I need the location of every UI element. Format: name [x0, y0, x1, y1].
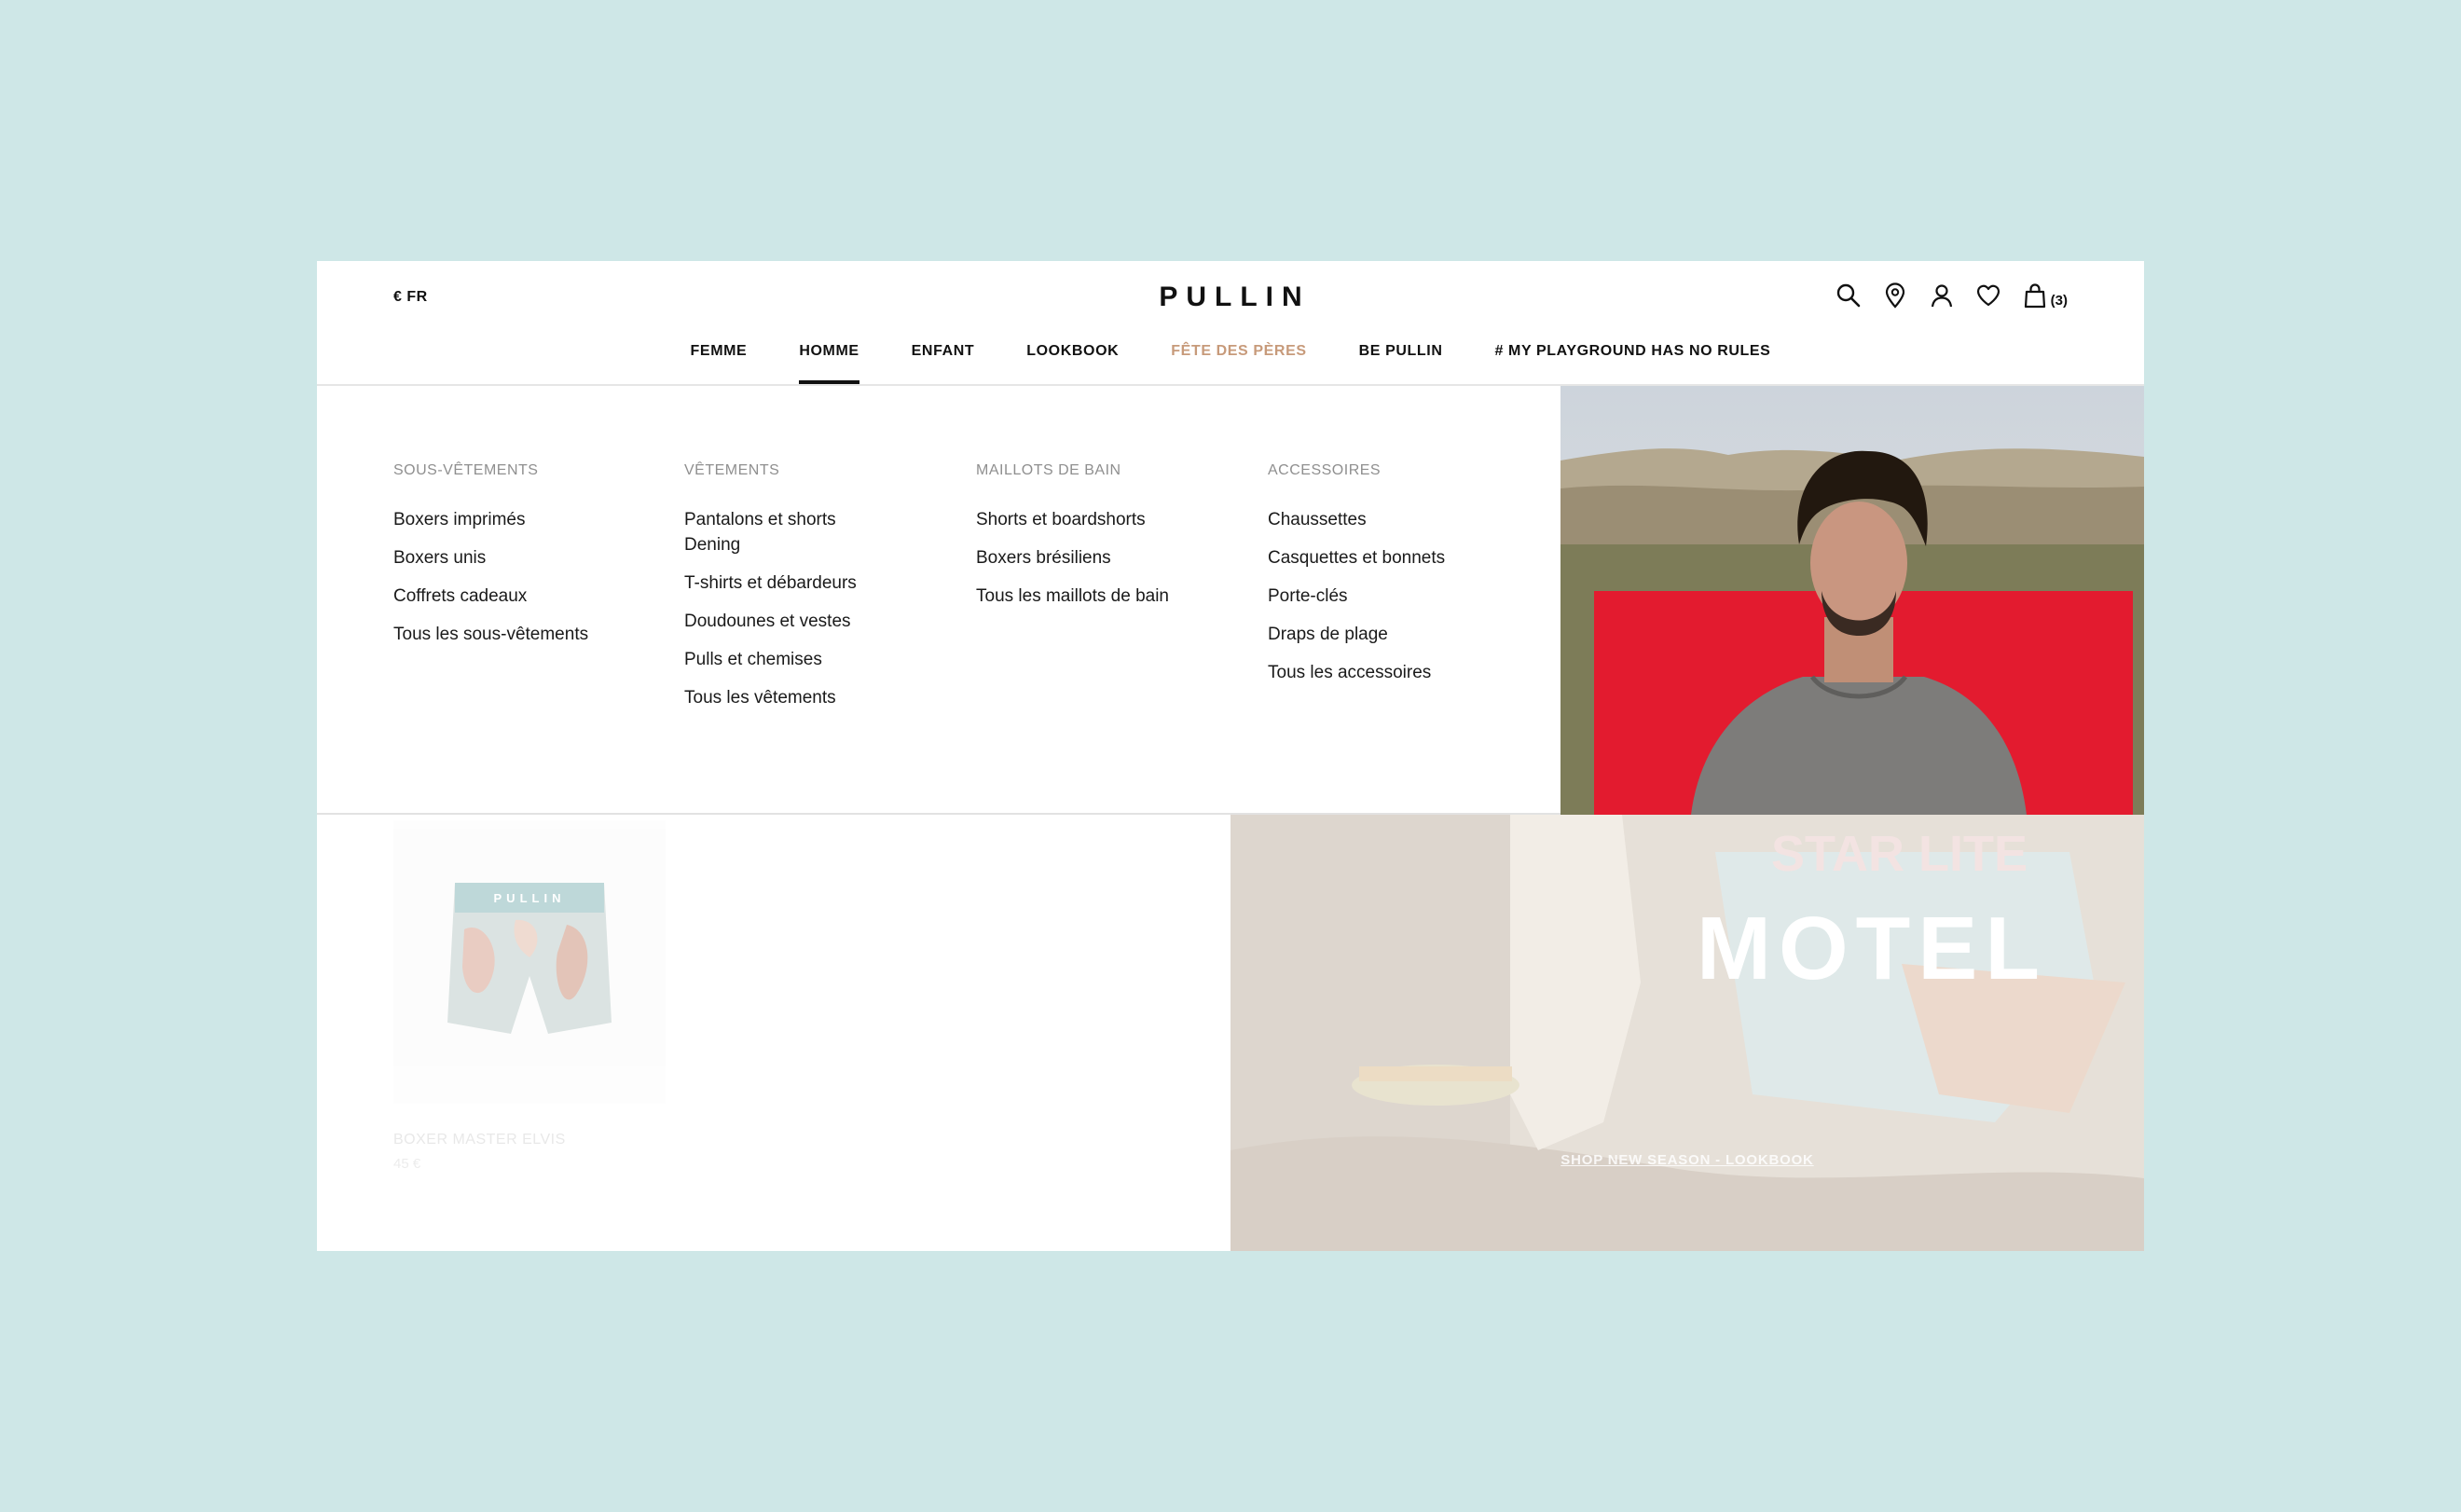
- product-waistband-text: PULLIN: [494, 891, 566, 905]
- menu-column-accessoires: ACCESSOIRES Chaussettes Casquettes et bo…: [1268, 462, 1529, 698]
- column-title: ACCESSOIRES: [1268, 462, 1382, 478]
- menu-link[interactable]: Boxers brésiliens: [976, 545, 1237, 570]
- site-header: € FR PULLIN (3) FEMME HOMME ENFANT LOOKB…: [317, 261, 2144, 386]
- main-nav: FEMME HOMME ENFANT LOOKBOOK FÊTE DES PÈR…: [317, 343, 2144, 384]
- menu-link[interactable]: Boxers imprimés: [393, 507, 654, 532]
- page-content-behind: PULLIN BOXER MASTER ELVIS 45 € STAR LITE…: [317, 815, 2144, 1251]
- cart-button[interactable]: (3): [2021, 282, 2068, 309]
- product-image[interactable]: PULLIN: [393, 820, 666, 1104]
- menu-link[interactable]: Pulls et chemises: [684, 647, 889, 672]
- product-price: 45 €: [393, 1156, 421, 1172]
- lookbook-banner[interactable]: STAR LITE MOTEL SHOP NEW SEASON - LOOKBO…: [1230, 815, 2144, 1251]
- store-locator-icon[interactable]: [1881, 282, 1909, 309]
- menu-link[interactable]: Chaussettes: [1268, 507, 1529, 532]
- menu-link[interactable]: Tous les accessoires: [1268, 660, 1529, 685]
- column-title: MAILLOTS DE BAIN: [976, 462, 1121, 478]
- cart-icon: [2021, 282, 2049, 309]
- menu-link[interactable]: Tous les sous-vêtements: [393, 622, 654, 647]
- mega-menu-homme: SOUS-VÊTEMENTS Boxers imprimés Boxers un…: [317, 386, 2144, 815]
- product-name[interactable]: BOXER MASTER ELVIS: [393, 1132, 566, 1148]
- nav-homme[interactable]: HOMME: [799, 343, 859, 384]
- product-card[interactable]: PULLIN: [393, 820, 666, 1104]
- search-icon[interactable]: [1835, 282, 1863, 309]
- menu-link[interactable]: Coffrets cadeaux: [393, 584, 654, 609]
- column-title: VÊTEMENTS: [684, 462, 780, 478]
- nav-fete-des-peres[interactable]: FÊTE DES PÈRES: [1171, 343, 1306, 382]
- menu-column-maillots-de-bain: MAILLOTS DE BAIN Shorts et boardshorts B…: [976, 462, 1237, 622]
- lookbook-link[interactable]: SHOP NEW SEASON - LOOKBOOK: [1230, 1152, 2144, 1168]
- menu-link[interactable]: T-shirts et débardeurs: [684, 570, 889, 596]
- nav-be-pullin[interactable]: BE PULLIN: [1359, 343, 1443, 382]
- menu-link[interactable]: Draps de plage: [1268, 622, 1529, 647]
- header-icons: (3): [1835, 282, 2068, 309]
- page-frame: € FR PULLIN (3) FEMME HOMME ENFANT LOOKB…: [317, 261, 2144, 1251]
- mega-menu-hero-image[interactable]: [1560, 386, 2144, 815]
- nav-enfant[interactable]: ENFANT: [912, 343, 975, 382]
- menu-link[interactable]: Tous les vêtements: [684, 685, 889, 710]
- menu-link[interactable]: Casquettes et bonnets: [1268, 545, 1529, 570]
- menu-column-sous-vetements: SOUS-VÊTEMENTS Boxers imprimés Boxers un…: [393, 462, 654, 660]
- nav-lookbook[interactable]: LOOKBOOK: [1026, 343, 1119, 382]
- cart-count: (3): [2050, 293, 2068, 309]
- menu-link[interactable]: Doudounes et vestes: [684, 609, 889, 634]
- menu-link[interactable]: Tous les maillots de bain: [976, 584, 1237, 609]
- nav-femme[interactable]: FEMME: [691, 343, 748, 382]
- lookbook-sign-motel: MOTEL: [1697, 899, 2047, 998]
- menu-link[interactable]: Pantalons et shorts Dening: [684, 507, 889, 557]
- menu-column-vetements: VÊTEMENTS Pantalons et shorts Dening T-s…: [684, 462, 889, 723]
- account-icon[interactable]: [1928, 282, 1956, 309]
- nav-my-playground[interactable]: # MY PLAYGROUND HAS NO RULES: [1494, 343, 1770, 382]
- menu-link[interactable]: Porte-clés: [1268, 584, 1529, 609]
- menu-link[interactable]: Shorts et boardshorts: [976, 507, 1237, 532]
- column-title: SOUS-VÊTEMENTS: [393, 462, 539, 478]
- wishlist-icon[interactable]: [1974, 282, 2002, 309]
- lookbook-sign-star-lite: STAR LITE: [1771, 826, 2028, 882]
- menu-link[interactable]: Boxers unis: [393, 545, 654, 570]
